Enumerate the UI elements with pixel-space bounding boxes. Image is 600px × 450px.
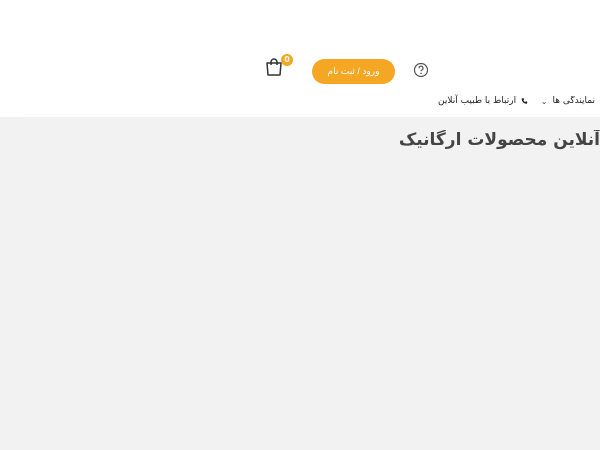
cart-count-badge: 0 bbox=[281, 54, 293, 66]
nav-agencies-label: نمایندگی ها bbox=[552, 96, 595, 106]
phone-icon bbox=[521, 98, 528, 104]
question-circle-icon[interactable] bbox=[413, 62, 429, 78]
login-register-button[interactable]: ورود / ثبت نام bbox=[312, 59, 395, 84]
nav-online-doctor[interactable]: ارتباط با طبیب آنلاین bbox=[438, 96, 528, 110]
chevron-down-icon: ⌄ bbox=[542, 96, 548, 106]
main-content bbox=[0, 117, 600, 450]
cart-button[interactable]: 0 bbox=[262, 54, 293, 80]
page-title: آنلاین محصولات ارگانیک bbox=[398, 130, 600, 150]
nav-online-doctor-label: ارتباط با طبیب آنلاین bbox=[438, 96, 517, 106]
nav-agencies[interactable]: نمایندگی ها ⌄ bbox=[542, 96, 600, 110]
site-header: 0 ورود / ثبت نام ارتباط با طبیب آنلاین ن… bbox=[0, 0, 600, 117]
